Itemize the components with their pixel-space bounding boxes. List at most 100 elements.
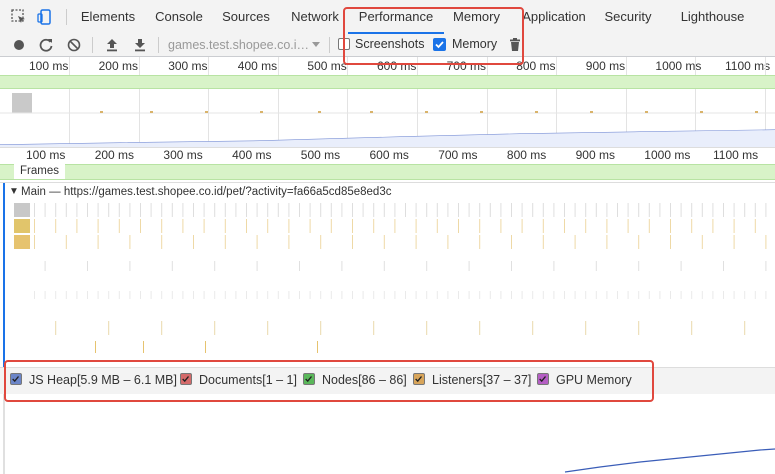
flame-task[interactable]: [373, 203, 375, 217]
flame-task[interactable]: [585, 291, 587, 299]
flame-task[interactable]: [680, 203, 682, 217]
flame-task[interactable]: [479, 291, 481, 299]
flame-task[interactable]: [648, 291, 650, 299]
flame-script[interactable]: [118, 219, 120, 233]
flame-script[interactable]: [161, 219, 163, 233]
flame-script[interactable]: [479, 235, 481, 249]
flame-task[interactable]: [638, 203, 640, 217]
flame-script[interactable]: [415, 235, 417, 249]
flame-task[interactable]: [203, 203, 205, 217]
flame-task[interactable]: [723, 291, 724, 299]
flame-script[interactable]: [585, 219, 587, 233]
flame-task[interactable]: [542, 291, 544, 299]
flame-script[interactable]: [97, 235, 99, 249]
flame-script[interactable]: [95, 341, 96, 353]
flame-script[interactable]: [585, 321, 587, 335]
flame-task[interactable]: [224, 203, 226, 217]
flame-script[interactable]: [564, 219, 565, 233]
flame-script[interactable]: [224, 219, 226, 233]
clear-icon[interactable]: [65, 36, 83, 54]
flame-task[interactable]: [87, 291, 88, 299]
flame-script[interactable]: [320, 235, 322, 249]
flame-task[interactable]: [468, 291, 470, 299]
flame-task[interactable]: [765, 203, 767, 217]
flame-task[interactable]: [65, 291, 67, 299]
flame-task[interactable]: [193, 291, 194, 299]
tab-lighthouse[interactable]: Lighthouse: [670, 0, 755, 34]
flame-task[interactable]: [352, 203, 353, 217]
flame-task[interactable]: [765, 291, 767, 299]
flame-task[interactable]: [426, 291, 428, 299]
flame-task[interactable]: [511, 291, 512, 299]
flame-script[interactable]: [193, 235, 194, 249]
flame-task[interactable]: [193, 203, 194, 217]
inspect-element-icon[interactable]: [10, 8, 28, 26]
flame-script[interactable]: [627, 219, 629, 233]
flame-task[interactable]: [171, 291, 173, 299]
flame-task[interactable]: [299, 261, 300, 271]
flame-script[interactable]: [161, 321, 163, 335]
flame-task[interactable]: [627, 203, 629, 217]
flame-script[interactable]: [203, 219, 205, 233]
flame-task[interactable]: [733, 203, 735, 217]
flame-script[interactable]: [256, 235, 258, 249]
flame-task[interactable]: [447, 203, 449, 217]
main-track[interactable]: ▼ Main — https://games.test.shopee.co.id…: [0, 182, 775, 371]
flame-script[interactable]: [521, 219, 523, 233]
flame-task[interactable]: [65, 203, 67, 217]
flame-script[interactable]: [532, 321, 534, 335]
flame-task[interactable]: [691, 203, 693, 217]
flame-task[interactable]: [595, 203, 597, 217]
flame-task[interactable]: [606, 203, 608, 217]
flame-task[interactable]: [564, 203, 565, 217]
flame-task[interactable]: [256, 261, 258, 271]
flame-task[interactable]: [362, 291, 364, 299]
flame-script[interactable]: [733, 235, 735, 249]
flame-task[interactable]: [55, 291, 57, 299]
flame-task[interactable]: [553, 261, 555, 271]
flame-task[interactable]: [436, 203, 438, 217]
tab-sources[interactable]: Sources: [213, 0, 279, 34]
flame-chart[interactable]: [0, 201, 775, 371]
flame-task[interactable]: [458, 291, 459, 299]
flame-script[interactable]: [373, 219, 375, 233]
flame-task[interactable]: [723, 261, 724, 271]
flame-task[interactable]: [320, 203, 322, 217]
timeline-overview[interactable]: 100 ms 200 ms 300 ms 400 ms 500 ms 600 ms 700 …: [0, 57, 775, 147]
flame-script[interactable]: [712, 219, 714, 233]
flame-task[interactable]: [754, 291, 756, 299]
flame-script[interactable]: [267, 321, 269, 335]
flame-task[interactable]: [373, 291, 375, 299]
flame-script[interactable]: [511, 235, 512, 249]
flame-task[interactable]: [680, 261, 682, 271]
flame-task[interactable]: [44, 291, 46, 299]
flame-script[interactable]: [670, 219, 671, 233]
flame-script[interactable]: [479, 321, 481, 335]
flame-script[interactable]: [320, 321, 322, 335]
flame-script[interactable]: [648, 219, 650, 233]
flame-task[interactable]: [500, 203, 502, 217]
flame-script[interactable]: [691, 321, 693, 335]
flame-script[interactable]: [224, 235, 226, 249]
flame-task[interactable]: [405, 203, 406, 217]
flame-task[interactable]: [691, 291, 693, 299]
flame-task[interactable]: [638, 291, 640, 299]
flame-task[interactable]: [617, 203, 618, 217]
main-track-toggle-icon[interactable]: ▼: [9, 186, 19, 197]
flame-script[interactable]: [765, 235, 767, 249]
flame-task[interactable]: [701, 203, 703, 217]
reload-icon[interactable]: [37, 36, 55, 54]
flame-task[interactable]: [267, 291, 269, 299]
flame-script[interactable]: [373, 321, 375, 335]
flame-task[interactable]: [744, 291, 746, 299]
flame-task[interactable]: [288, 203, 290, 217]
flame-task[interactable]: [161, 291, 163, 299]
flame-task[interactable]: [246, 203, 247, 217]
flame-task[interactable]: [659, 291, 661, 299]
flame-script[interactable]: [383, 235, 385, 249]
flame-script[interactable]: [479, 219, 481, 233]
flame-task[interactable]: [627, 291, 629, 299]
flame-task[interactable]: [426, 261, 428, 271]
flame-task[interactable]: [171, 203, 173, 217]
flame-task[interactable]: [235, 291, 237, 299]
